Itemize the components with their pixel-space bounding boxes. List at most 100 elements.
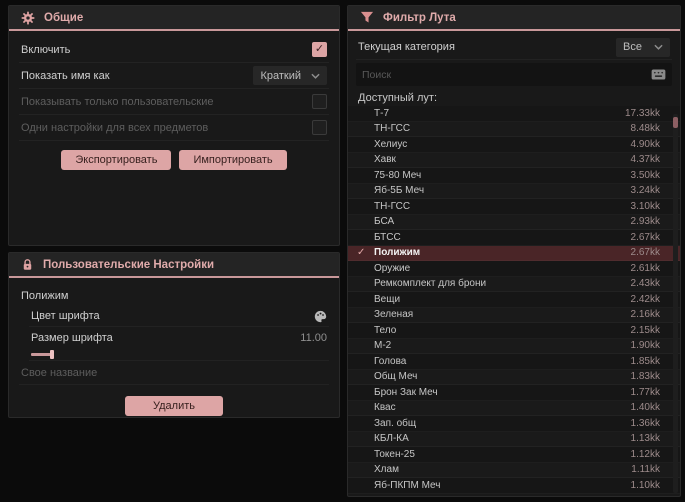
loot-item-row[interactable]: ✓ КБЛ-КА 1.13kk <box>348 431 680 447</box>
loot-item-row[interactable]: ✓ ТН-ГСС 3.10kk <box>348 199 680 215</box>
loot-item-name: Яб-5Б Меч <box>374 185 425 197</box>
loot-item-name: Яб-ПКПМ Меч <box>374 479 441 491</box>
keyboard-icon[interactable] <box>651 69 666 80</box>
slider-fill <box>31 349 54 359</box>
loot-item-value: 3.24kk <box>630 185 660 197</box>
loot-item-row[interactable]: ✓ Брон Зак Меч 1.77kk <box>348 385 680 401</box>
loot-item-name: Ремкомплект для брони <box>374 278 487 290</box>
loot-item-row[interactable]: ✓ Голова 1.85kk <box>348 354 680 370</box>
palette-icon[interactable] <box>314 310 327 323</box>
loot-item-row[interactable]: ✓ БТСС 2.67kk <box>348 230 680 246</box>
user-settings-panel-header: Пользовательские Настройки <box>9 253 339 278</box>
loot-item-value: 1.11kk <box>631 464 660 476</box>
scrollbar-thumb[interactable] <box>673 117 678 128</box>
general-panel-header: Общие <box>9 6 339 31</box>
loot-item-row[interactable]: ✓ Т-7 17.33kk <box>348 106 680 122</box>
search-box <box>356 63 672 86</box>
user-settings-panel: Пользовательские Настройки Полижим Цвет … <box>8 252 340 418</box>
loot-item-row[interactable]: ✓ Зап. общ 1.36kk <box>348 416 680 432</box>
loot-item-name: Тело <box>374 324 397 336</box>
loot-item-row[interactable]: ✓ БСА 2.93kk <box>348 214 680 230</box>
enable-row: Включить ✓ <box>19 37 329 63</box>
font-size-label: Размер шрифта <box>31 331 113 344</box>
font-color-label: Цвет шрифта <box>31 310 100 322</box>
custom-name-input[interactable] <box>19 361 329 385</box>
loot-item-value: 3.50kk <box>630 169 660 181</box>
loot-item-row[interactable]: ✓ М-2 1.90kk <box>348 338 680 354</box>
category-dropdown[interactable]: Все <box>616 37 670 57</box>
loot-item-name: БСА <box>374 216 395 228</box>
loot-item-name: Т-7 <box>374 107 389 119</box>
font-size-slider[interactable] <box>29 348 329 361</box>
loot-item-value: 3.10kk <box>630 200 660 212</box>
slider-handle[interactable] <box>50 349 54 359</box>
loot-item-name: Брон Зак Меч <box>374 386 438 398</box>
font-size-value: 11.00 <box>300 331 327 344</box>
loot-item-row[interactable]: ✓ 75-80 Меч 3.50kk <box>348 168 680 184</box>
category-row: Текущая категория Все <box>356 35 672 60</box>
display-name-row: Показать имя как Краткий <box>19 63 329 89</box>
loot-item-value: 1.77kk <box>630 386 660 398</box>
loot-item-value: 2.67kk <box>630 247 660 259</box>
search-input[interactable] <box>362 68 645 81</box>
enable-checkbox[interactable]: ✓ <box>312 42 327 57</box>
loot-item-row[interactable]: ✓ Яб-5Б Меч 3.24kk <box>348 183 680 199</box>
funnel-icon <box>360 11 374 24</box>
only-custom-checkbox[interactable] <box>312 94 327 109</box>
loot-item-row[interactable]: ✓ Хлам 1.11kk <box>348 462 680 478</box>
same-settings-checkbox[interactable] <box>312 120 327 135</box>
export-button[interactable]: Экспортировать <box>61 150 172 170</box>
loot-item-name: Оружие <box>374 262 411 274</box>
loot-item-row[interactable]: ✓ Хелиус 4.90kk <box>348 137 680 153</box>
loot-item-value: 1.10kk <box>630 479 660 491</box>
selected-item-name: Полижим <box>21 290 69 302</box>
loot-item-name: 75-80 Меч <box>374 169 422 181</box>
loot-item-row[interactable]: ✓ ТН-ГСС 8.48kk <box>348 121 680 137</box>
loot-item-row[interactable]: ✓ Зеленая 2.16kk <box>348 307 680 323</box>
font-color-row: Цвет шрифта <box>29 306 329 327</box>
loot-item-row[interactable]: ✓ Квас 1.40kk <box>348 400 680 416</box>
loot-item-name: Вещи <box>374 293 401 305</box>
selected-item-group[interactable]: Полижим <box>19 284 329 306</box>
loot-item-value: 1.83kk <box>630 371 660 383</box>
loot-item-value: 17.33kk <box>624 107 660 119</box>
only-custom-row: Показывать только пользовательские <box>19 89 329 115</box>
loot-item-name: Токен-25 <box>374 448 415 460</box>
loot-item-name: М-2 <box>374 340 392 352</box>
loot-item-value: 4.90kk <box>630 138 660 150</box>
loot-item-value: 1.36kk <box>630 417 660 429</box>
scrollbar[interactable] <box>673 114 678 493</box>
loot-filter-panel: Фильтр Лута Текущая категория Все Поиск … <box>347 5 681 497</box>
loot-item-value: 1.40kk <box>630 402 660 414</box>
loot-item-name: Полижим <box>374 247 421 259</box>
user-settings-panel-title: Пользовательские Настройки <box>43 258 215 271</box>
loot-item-value: 1.12kk <box>630 448 660 460</box>
delete-button[interactable]: Удалить <box>125 396 223 416</box>
general-panel-title: Общие <box>44 11 84 24</box>
loot-item-row[interactable]: ✓ Тело 2.15kk <box>348 323 680 339</box>
loot-item-name: Зеленая <box>374 309 414 321</box>
chevron-down-icon <box>654 44 663 50</box>
loot-item-row[interactable]: ✓ Токен-25 1.12kk <box>348 447 680 463</box>
loot-item-row[interactable]: ✓ Полижим 2.67kk <box>348 245 680 261</box>
lock-icon <box>21 258 34 271</box>
loot-item-value: 1.90kk <box>630 340 660 352</box>
check-icon: ✓ <box>357 247 366 259</box>
loot-item-row[interactable]: ✓ Ремкомплект для брони 2.43kk <box>348 276 680 292</box>
category-value: Все <box>623 41 642 53</box>
loot-item-row[interactable]: ✓ Оружие 2.61kk <box>348 261 680 277</box>
import-button[interactable]: Импортировать <box>179 150 287 170</box>
loot-item-row[interactable]: ✓ Яб-ПКПМ Меч 1.10kk <box>348 478 680 494</box>
only-custom-label: Показывать только пользовательские <box>21 95 214 108</box>
loot-item-row[interactable]: ✓ Вещи 2.42kk <box>348 292 680 308</box>
loot-item-name: Голова <box>374 355 407 367</box>
display-name-dropdown[interactable]: Краткий <box>253 66 327 85</box>
loot-item-row[interactable]: ✓ Общ Меч 1.83kk <box>348 369 680 385</box>
display-name-label: Показать имя как <box>21 69 110 82</box>
loot-item-value: 1.13kk <box>630 433 660 445</box>
loot-item-value: 8.48kk <box>630 123 660 135</box>
loot-item-row[interactable]: ✓ Хавк 4.37kk <box>348 152 680 168</box>
category-label: Текущая категория <box>358 41 455 53</box>
loot-item-name: КБЛ-КА <box>374 433 409 445</box>
loot-item-value: 1.85kk <box>630 355 660 367</box>
